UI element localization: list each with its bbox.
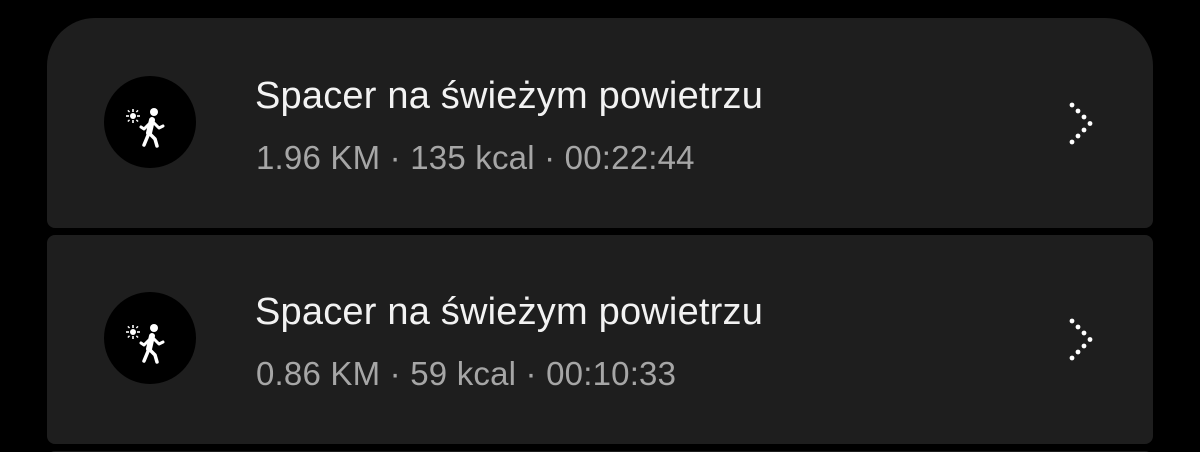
activity-details: 0.86 KM · 59 kcal · 00:10:33	[256, 355, 677, 392]
activity-card[interactable]: Spacer na świeżym powietrzu 0.86 KM · 59…	[47, 235, 1153, 444]
chevron-right-icon	[1069, 102, 1093, 145]
activity-type-avatar	[104, 292, 196, 384]
activity-title: Spacer na świeżym powietrzu	[255, 291, 764, 333]
outdoor-walk-icon	[126, 108, 165, 148]
activity-type-avatar	[104, 76, 196, 168]
activity-card[interactable]: Spacer na świeżym powietrzu 1.96 KM · 13…	[47, 18, 1153, 228]
activity-list: Spacer na świeżym powietrzu 1.96 KM · 13…	[0, 0, 1200, 452]
activity-title: Spacer na świeżym powietrzu	[255, 75, 764, 117]
outdoor-walk-icon	[126, 324, 165, 364]
activity-details: 1.96 KM · 135 kcal · 00:22:44	[256, 139, 695, 176]
chevron-right-icon	[1069, 318, 1093, 361]
